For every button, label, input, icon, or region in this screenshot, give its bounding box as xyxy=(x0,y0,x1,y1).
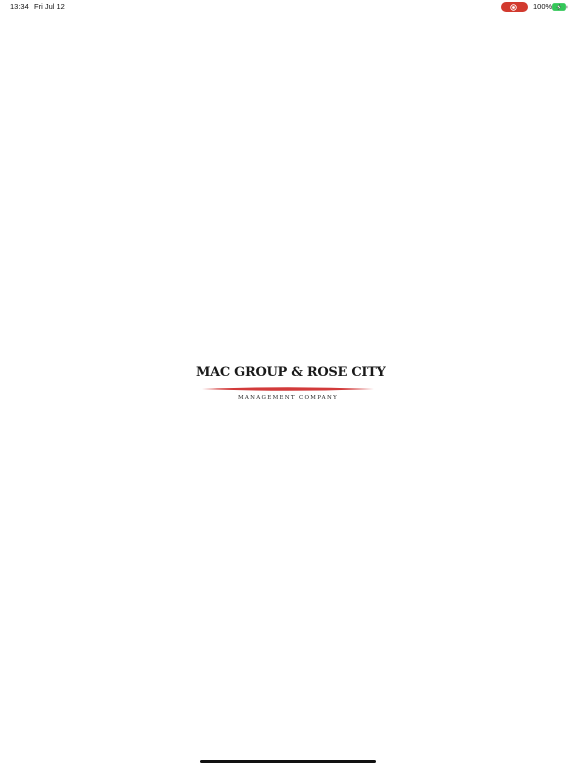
logo-subtitle: MANAGEMENT COMPANY xyxy=(237,395,339,401)
company-logo: MAC GROUP & ROSE CITY MANAGEMENT COMPANY xyxy=(196,362,386,406)
status-date: Fri Jul 12 xyxy=(34,2,65,11)
screen-recording-indicator[interactable] xyxy=(501,2,528,12)
status-bar: 13:34 Fri Jul 12 100% xyxy=(0,0,576,14)
battery-percentage: 100% xyxy=(533,2,553,11)
logo-swoosh xyxy=(202,387,374,391)
home-indicator[interactable] xyxy=(200,760,376,763)
battery-charging-icon xyxy=(552,3,568,11)
logo-title: MAC GROUP & ROSE CITY xyxy=(196,365,386,380)
status-time: 13:34 xyxy=(10,2,29,11)
screen-record-icon xyxy=(510,3,517,11)
